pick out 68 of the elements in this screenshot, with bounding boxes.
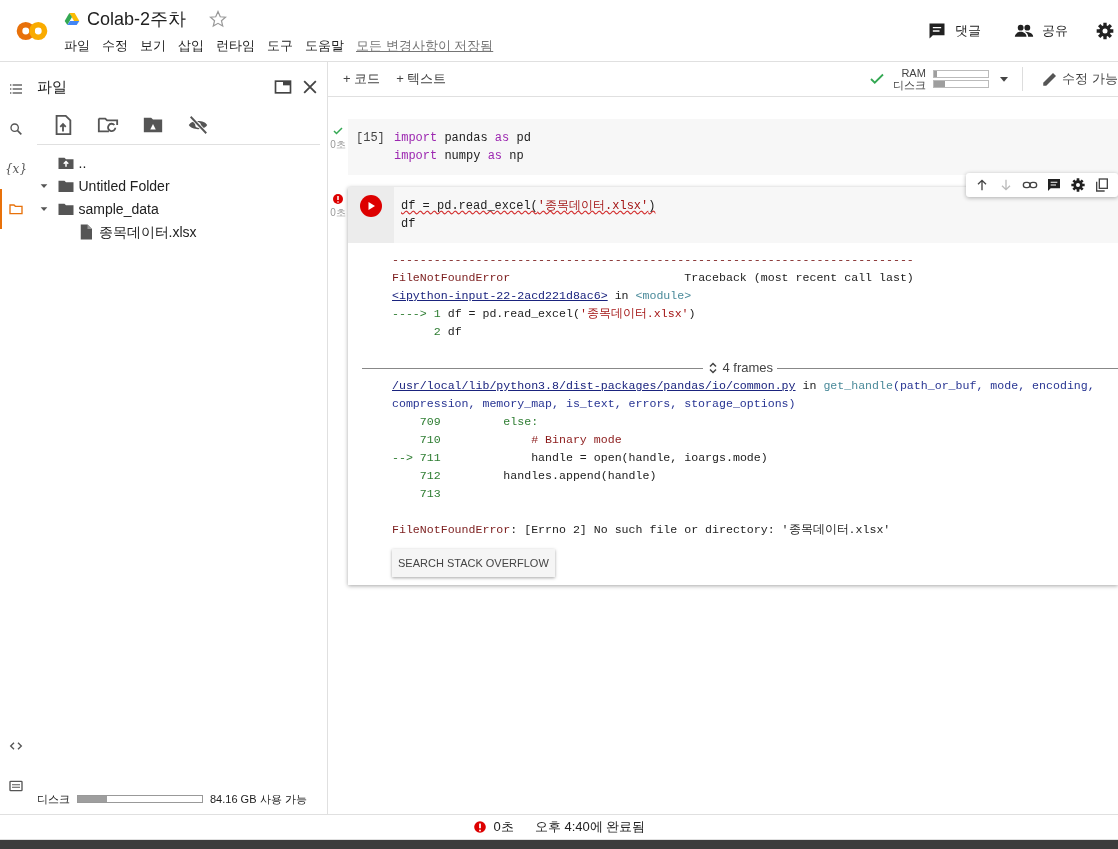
- disk-free-text: 84.16 GB 사용 가능: [210, 791, 307, 807]
- save-status-link[interactable]: 모든 변경사항이 저장됨: [356, 36, 494, 56]
- file-name[interactable]: Untitled Folder: [78, 175, 170, 197]
- output-line: 709 else:: [418, 414, 540, 430]
- code-line: import numpy as np: [394, 148, 525, 165]
- edit-mode-button[interactable]: 수정 가능: [1032, 69, 1118, 89]
- output-line: compression, memory_map, is_text, errors, storage_options): [392, 396, 797, 412]
- star-icon[interactable]: [209, 10, 228, 28]
- exec-time: 0초: [493, 818, 514, 837]
- execution-count: [15]: [355, 130, 386, 147]
- search-icon[interactable]: [8, 121, 24, 137]
- exec-time: 0초: [330, 206, 346, 220]
- menu-item[interactable]: 도움말: [305, 36, 344, 56]
- settings-icon[interactable]: [1070, 177, 1086, 193]
- menu-item[interactable]: 보기: [140, 36, 166, 56]
- output-line: FileNotFoundError: [Errno 2] No such file or directory: '종목데이터.xlsx': [392, 522, 892, 538]
- code-line: df: [401, 216, 417, 233]
- share-button[interactable]: 공유: [1007, 20, 1074, 41]
- comment-button[interactable]: 댓글: [920, 20, 987, 41]
- drive-icon: [64, 11, 80, 27]
- output-line: ----> 1 df = pd.read_excel('종목데이터.xlsx'): [392, 306, 697, 322]
- panel-title: 파일: [37, 77, 67, 97]
- menu-icon[interactable]: [8, 81, 24, 97]
- settings-icon[interactable]: [1094, 20, 1115, 41]
- output-line: 2 df: [432, 324, 463, 340]
- disk-label: 디스크: [37, 791, 70, 807]
- search-stack-overflow-button[interactable]: SEARCH STACK OVERFLOW: [392, 549, 555, 577]
- output-line: 712 handles.append(handle): [418, 468, 658, 484]
- hidden-eye-icon[interactable]: [187, 113, 209, 136]
- code-cell[interactable]: [15] import pandas as pd import numpy as np: [348, 119, 1118, 175]
- disk-meter: [932, 80, 989, 88]
- expand-frames-toggle[interactable]: 4 frames: [706, 359, 774, 377]
- output-line: 710 # Binary mode: [418, 432, 623, 448]
- menu-item[interactable]: 수정: [102, 36, 128, 56]
- output-line: ---------------------------------------------------------------------------: [392, 252, 915, 268]
- comment-icon[interactable]: [1046, 177, 1062, 193]
- expand-caret-icon[interactable]: [39, 204, 49, 214]
- exec-time: 0초: [330, 138, 346, 152]
- file-name[interactable]: 종목데이터.xlsx: [98, 221, 197, 243]
- code-line: import pandas as pd: [394, 130, 532, 147]
- menu-item[interactable]: 도구: [267, 36, 293, 56]
- output-line: --> 711 handle = open(handle, ioargs.mode): [392, 450, 769, 466]
- output-line: FileNotFoundError Traceback (most recent call last): [392, 270, 915, 286]
- ram-label: RAM: [900, 67, 926, 79]
- code-line: df = pd.read_excel('종목데이터.xlsx'): [401, 198, 657, 215]
- disk-label: 디스크: [892, 79, 926, 91]
- terminal-icon[interactable]: [8, 778, 24, 794]
- pencil-icon: [1040, 70, 1059, 88]
- add-cell-button[interactable]: + 코드: [335, 69, 389, 89]
- menu-item[interactable]: 파일: [64, 36, 90, 56]
- ram-meter: [932, 70, 989, 78]
- menu-item[interactable]: 런타임: [216, 36, 255, 56]
- output-line: <ipython-input-22-2acd221d8ac6> in <module>: [392, 288, 693, 304]
- file-name[interactable]: ..: [78, 152, 87, 174]
- resources-button[interactable]: RAM 디스크: [867, 67, 1012, 91]
- notebook-title[interactable]: Colab-2주차: [87, 5, 187, 33]
- add-cell-button[interactable]: + 텍스트: [388, 69, 455, 89]
- folder-icon[interactable]: [8, 201, 24, 217]
- completion-status: 오후 4:40에 완료됨: [534, 818, 646, 837]
- output-line: /usr/local/lib/python3.8/dist-packages/pandas/io/common.py in get_handle(path_or_buf, mode, encoding,: [392, 378, 1096, 394]
- menu-item[interactable]: 삽입: [178, 36, 204, 56]
- expand-caret-icon[interactable]: [39, 181, 49, 191]
- file-name[interactable]: sample_data: [78, 198, 159, 220]
- sidebar-tab[interactable]: {x}: [0, 149, 30, 189]
- output-line: 713: [418, 486, 442, 502]
- code-cell[interactable]: [348, 187, 1118, 585]
- mirror-cell-icon[interactable]: [1094, 177, 1110, 193]
- run-button[interactable]: [360, 195, 382, 217]
